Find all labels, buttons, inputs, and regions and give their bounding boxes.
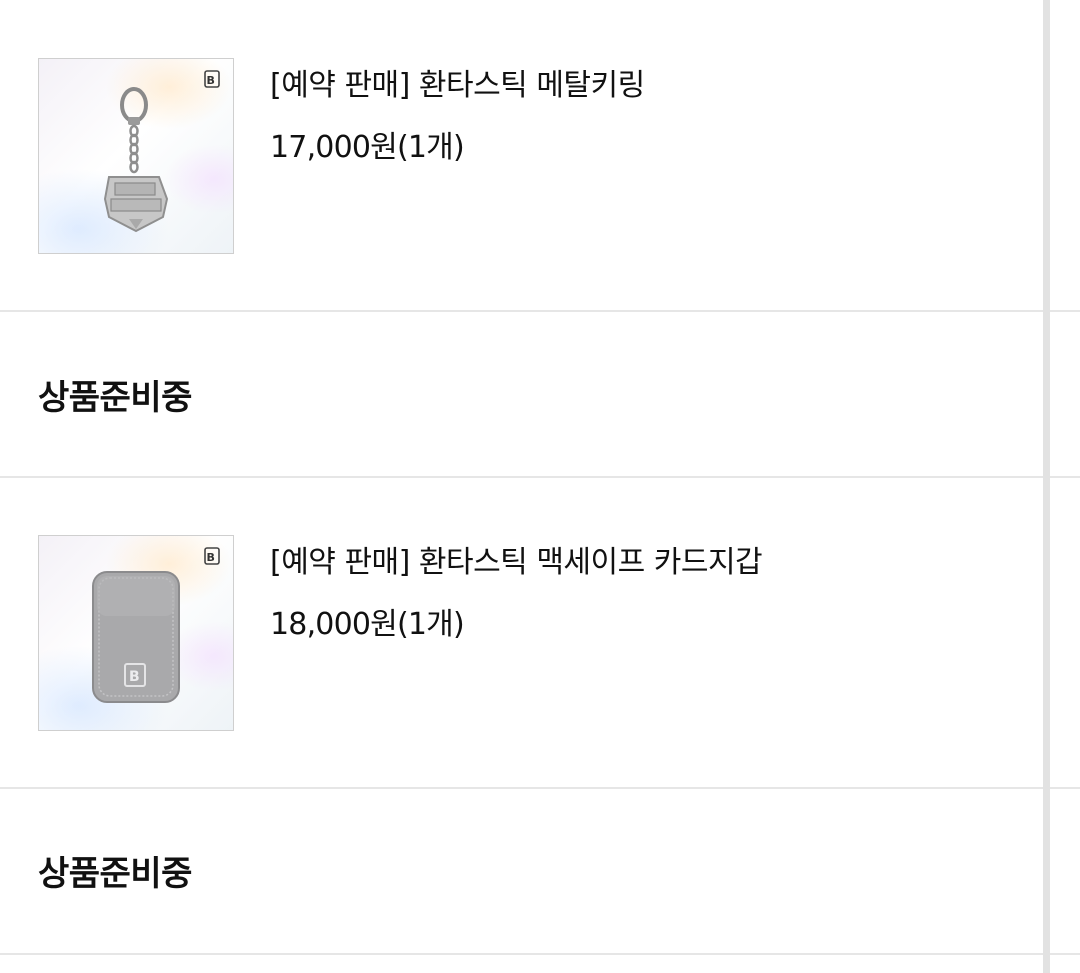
divider — [0, 476, 1080, 478]
product-thumbnail-card-wallet[interactable]: B B — [38, 535, 234, 731]
divider — [0, 953, 1080, 955]
svg-text:B: B — [207, 74, 215, 87]
order-status: 상품준비중 — [38, 854, 192, 894]
divider — [0, 310, 1080, 312]
svg-text:B: B — [129, 669, 140, 685]
product-name[interactable]: [예약 판매] 환타스틱 맥세이프 카드지갑 — [270, 537, 763, 581]
product-name[interactable]: [예약 판매] 환타스틱 메탈키링 — [270, 60, 645, 104]
product-thumbnail-keyring[interactable]: B — [38, 58, 234, 254]
product-price: 18,000원(1개) — [270, 607, 465, 642]
metal-keyring-icon: B — [103, 70, 220, 233]
order-item[interactable]: B B [예약 판매] 환타스틱 맥세이프 카드지갑 18,000원(1개) — [0, 535, 1043, 731]
order-item-list: B [예약 판매] 환타스틱 메탈키링 17,000원(1개) 상품준비중 B … — [0, 0, 1080, 973]
scrollbar[interactable] — [1043, 0, 1050, 973]
order-status: 상품준비중 — [38, 378, 192, 418]
svg-text:B: B — [207, 551, 215, 564]
order-item[interactable]: B [예약 판매] 환타스틱 메탈키링 17,000원(1개) — [0, 58, 1043, 254]
magsafe-card-wallet-icon: B B — [92, 547, 220, 703]
product-price: 17,000원(1개) — [270, 130, 465, 165]
divider — [0, 787, 1080, 789]
